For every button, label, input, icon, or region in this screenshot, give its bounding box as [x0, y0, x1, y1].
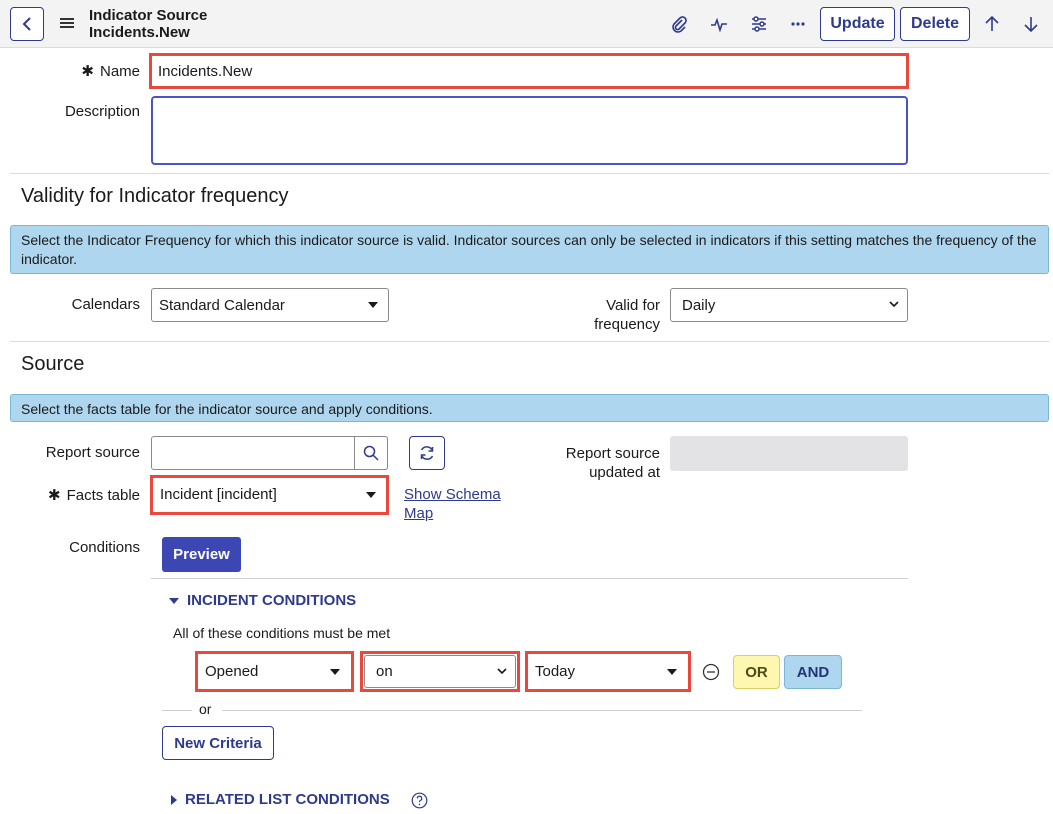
- name-label-text: Name: [99, 63, 140, 80]
- name-highlight: [149, 53, 909, 89]
- more-options-icon[interactable]: [786, 12, 810, 36]
- calendars-label: Calendars: [71, 296, 140, 313]
- preview-button[interactable]: Preview: [162, 537, 241, 572]
- related-list-conditions-toggle[interactable]: RELATED LIST CONDITIONS: [171, 791, 390, 808]
- required-icon: ✱: [81, 63, 94, 80]
- help-icon[interactable]: [411, 792, 429, 810]
- source-info-message: Select the facts table for the indicator…: [10, 394, 1049, 422]
- search-icon: [363, 445, 379, 461]
- arrow-down-icon[interactable]: [1019, 12, 1043, 36]
- valid-for-frequency-value: Daily: [682, 296, 716, 314]
- activity-icon[interactable]: [707, 12, 731, 36]
- and-button[interactable]: AND: [784, 655, 842, 689]
- divider: [151, 578, 908, 579]
- condition-operator-highlight: [360, 651, 520, 692]
- minus-circle-icon: [702, 663, 720, 681]
- calendars-select[interactable]: Standard Calendar: [151, 288, 389, 322]
- valid-for-frequency-select[interactable]: Daily: [670, 288, 908, 322]
- or-separator-text: or: [199, 701, 212, 717]
- remove-condition-button[interactable]: [701, 662, 721, 682]
- caret-down-icon: [169, 598, 179, 605]
- report-source-updated-label: Report source updated at: [565, 445, 660, 481]
- facts-table-highlight: [150, 475, 389, 515]
- caret-right-icon: [171, 795, 177, 806]
- refresh-button[interactable]: [409, 436, 445, 470]
- attachment-icon[interactable]: [667, 12, 691, 36]
- report-source-label: Report source: [45, 444, 140, 461]
- source-section-title: Source: [21, 353, 85, 375]
- calendars-value: Standard Calendar: [159, 296, 285, 314]
- validity-section-title: Validity for Indicator frequency: [21, 185, 289, 207]
- incident-conditions-toggle[interactable]: INCIDENT CONDITIONS: [169, 592, 356, 609]
- validity-info-message: Select the Indicator Frequency for which…: [10, 225, 1049, 274]
- form-header: Indicator Source Incidents.New Update De…: [0, 0, 1053, 48]
- divider: [162, 710, 192, 711]
- facts-table-label: ✱ Facts table: [48, 487, 140, 504]
- lookup-search-button[interactable]: [354, 436, 388, 470]
- update-button[interactable]: Update: [820, 7, 895, 41]
- report-source-updated-field: [670, 436, 908, 471]
- back-button[interactable]: [10, 7, 44, 41]
- arrow-up-icon[interactable]: [980, 12, 1004, 36]
- name-label: ✱ Name: [60, 62, 140, 80]
- divider: [222, 710, 862, 711]
- or-button[interactable]: OR: [733, 655, 780, 689]
- refresh-icon: [420, 446, 434, 460]
- chevron-down-icon: [889, 301, 899, 308]
- chevron-left-icon: [22, 17, 31, 31]
- valid-for-frequency-label: Valid for frequency: [594, 297, 660, 333]
- new-criteria-button[interactable]: New Criteria: [162, 726, 274, 760]
- delete-button[interactable]: Delete: [900, 7, 970, 41]
- description-field[interactable]: [151, 96, 908, 165]
- menu-icon[interactable]: [60, 16, 74, 30]
- description-label: Description: [64, 103, 140, 120]
- conditions-instruction: All of these conditions must be met: [173, 625, 391, 641]
- required-icon: ✱: [48, 487, 61, 504]
- settings-sliders-icon[interactable]: [747, 12, 771, 36]
- divider: [10, 341, 1049, 342]
- report-source-input[interactable]: [151, 436, 388, 470]
- divider: [10, 173, 1049, 174]
- form-title-record: Incidents.New: [89, 24, 190, 41]
- conditions-label: Conditions: [69, 539, 140, 556]
- condition-value-highlight: [525, 651, 691, 692]
- condition-field-highlight: [195, 651, 354, 692]
- show-schema-map-link[interactable]: Show Schema Map: [404, 485, 501, 523]
- form-title-table: Indicator Source: [89, 7, 208, 24]
- dropdown-caret-icon: [368, 302, 378, 308]
